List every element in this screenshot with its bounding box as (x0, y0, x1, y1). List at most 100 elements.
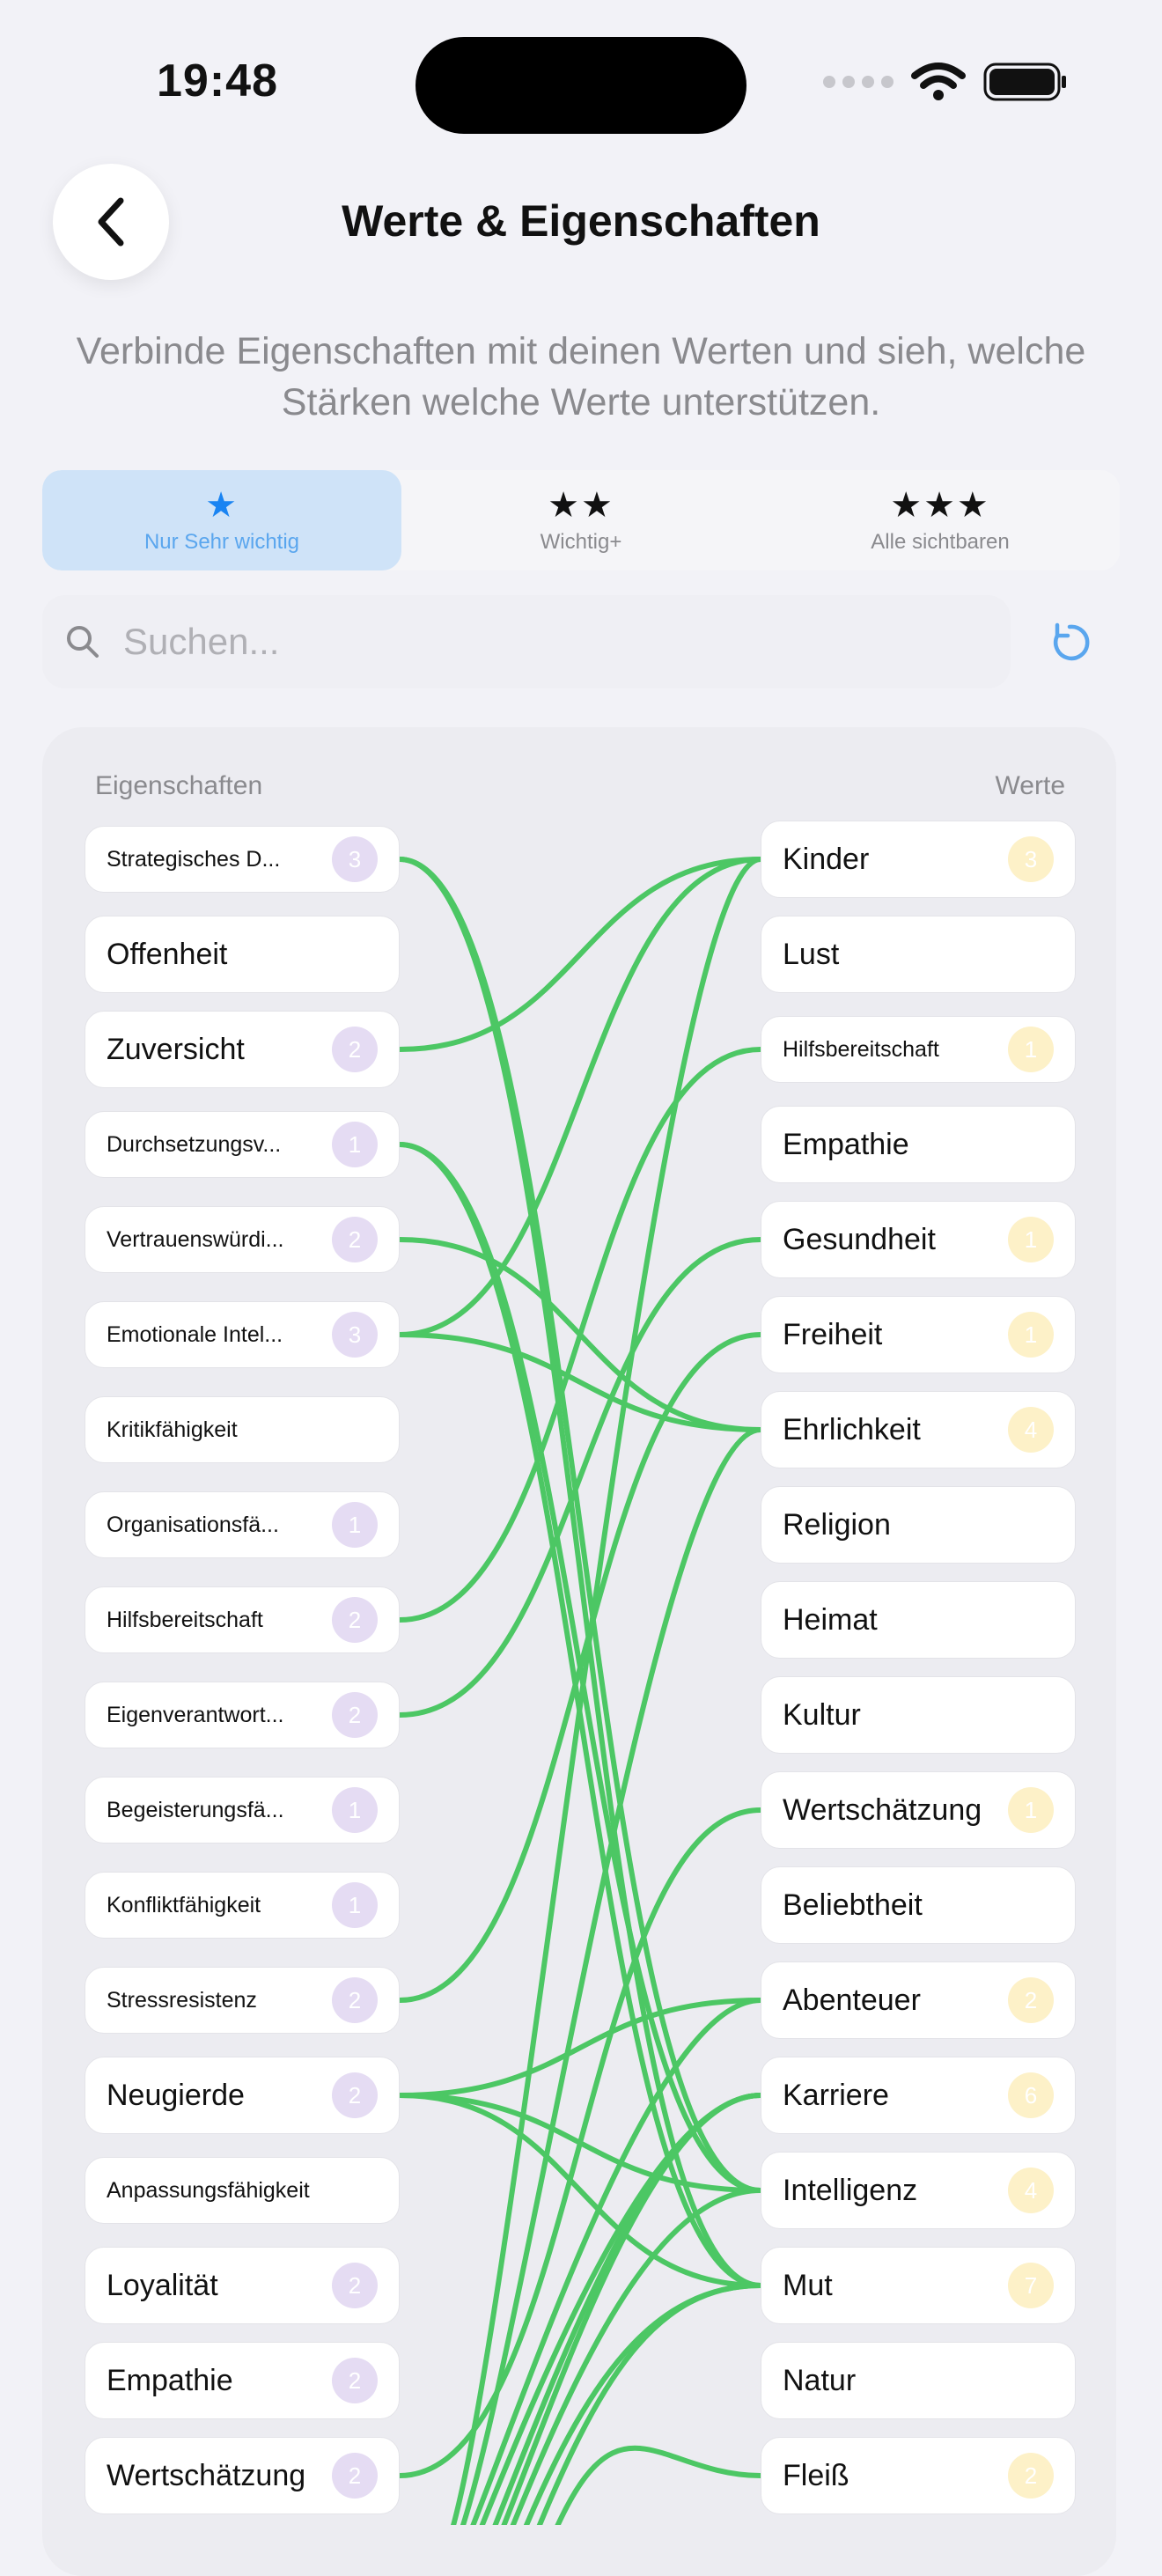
connection-line (555, 2445, 761, 2525)
trait-name: Neugierde (107, 2078, 245, 2112)
trait-link-count-badge: 1 (332, 1787, 378, 1833)
connection-line (397, 857, 763, 1052)
trait-node[interactable]: Organisationsfä... 1 (85, 1491, 400, 1558)
trait-node[interactable]: Kritikfähigkeit (85, 1396, 400, 1463)
connection-line (397, 857, 763, 2288)
value-link-count-badge: 1 (1008, 1312, 1054, 1358)
value-node[interactable]: Karriere 6 (761, 2057, 1076, 2134)
value-node[interactable]: Kinder 3 (761, 821, 1076, 898)
value-name: Kultur (783, 1697, 861, 1732)
trait-name: Konfliktfähigkeit (107, 1892, 261, 1917)
value-name: Natur (783, 2363, 857, 2397)
trait-node[interactable]: Vertrauenswürdi... 2 (85, 1206, 400, 1273)
value-link-count-badge: 4 (1008, 2168, 1054, 2213)
trait-link-count-badge: 2 (332, 1692, 378, 1738)
trait-link-count-badge: 2 (332, 1597, 378, 1643)
value-node[interactable]: Natur (761, 2342, 1076, 2419)
trait-node[interactable]: Stressresistenz 2 (85, 1967, 400, 2034)
value-name: Lust (783, 937, 840, 971)
trait-node[interactable]: Offenheit (85, 916, 400, 993)
trait-name: Empathie (107, 2363, 233, 2397)
trait-name: Hilfsbereitschaft (107, 1607, 263, 1632)
connection-line (397, 1237, 763, 1718)
value-name: Abenteuer (783, 1983, 921, 2017)
trait-name: Offenheit (107, 937, 228, 971)
value-name: Wertschätzung (783, 1792, 982, 1827)
trait-name: Durchsetzungsv... (107, 1131, 282, 1157)
value-name: Fleiß (783, 2458, 849, 2492)
trait-node[interactable]: Loyalität 2 (85, 2247, 400, 2324)
value-name: Freiheit (783, 1317, 883, 1351)
value-node[interactable]: Kultur (761, 1676, 1076, 1754)
trait-name: Strategisches D... (107, 846, 281, 872)
connection-line (397, 857, 763, 1337)
trait-name: Vertrauenswürdi... (107, 1226, 284, 1252)
value-name: Religion (783, 1507, 891, 1542)
trait-node[interactable]: Hilfsbereitschaft 2 (85, 1586, 400, 1653)
value-node[interactable]: Mut 7 (761, 2247, 1076, 2324)
value-name: Karriere (783, 2078, 889, 2112)
trait-name: Zuversicht (107, 1032, 245, 1066)
connection-line (397, 1998, 763, 2098)
value-node[interactable]: Freiheit 1 (761, 1296, 1076, 1373)
trait-node[interactable]: Zuversicht 2 (85, 1011, 400, 1088)
value-link-count-badge: 1 (1008, 1027, 1054, 1072)
value-node[interactable]: Empathie (761, 1106, 1076, 1183)
connection-line (397, 1332, 763, 1432)
value-name: Intelligenz (783, 2173, 918, 2207)
trait-name: Kritikfähigkeit (107, 1417, 238, 1442)
value-link-count-badge: 4 (1008, 1407, 1054, 1453)
trait-link-count-badge: 2 (332, 1027, 378, 1072)
value-node[interactable]: Beliebtheit (761, 1866, 1076, 1944)
trait-name: Anpassungsfähigkeit (107, 2177, 310, 2203)
value-link-count-badge: 1 (1008, 1787, 1054, 1833)
value-node[interactable]: Gesundheit 1 (761, 1201, 1076, 1278)
value-node[interactable]: Wertschätzung 1 (761, 1771, 1076, 1849)
value-name: Hilfsbereitschaft (783, 1036, 939, 1062)
trait-name: Organisationsfä... (107, 1512, 279, 1537)
trait-link-count-badge: 3 (332, 836, 378, 882)
value-link-count-badge: 6 (1008, 2072, 1054, 2118)
value-link-count-badge: 1 (1008, 1217, 1054, 1262)
trait-link-count-badge: 3 (332, 1312, 378, 1358)
value-name: Mut (783, 2268, 833, 2302)
value-link-count-badge: 7 (1008, 2263, 1054, 2308)
trait-name: Loyalität (107, 2268, 218, 2302)
trait-name: Stressresistenz (107, 1987, 257, 2013)
trait-node[interactable]: Strategisches D... 3 (85, 826, 400, 893)
connection-line (397, 1332, 763, 2003)
trait-link-count-badge: 2 (332, 2453, 378, 2499)
trait-node[interactable]: Anpassungsfähigkeit (85, 2157, 400, 2224)
trait-link-count-badge: 1 (332, 1122, 378, 1167)
value-name: Ehrlichkeit (783, 1412, 921, 1446)
trait-node[interactable]: Begeisterungsfä... 1 (85, 1777, 400, 1844)
value-node[interactable]: Lust (761, 916, 1076, 993)
trait-node[interactable]: Eigenverantwort... 2 (85, 1682, 400, 1748)
value-node[interactable]: Heimat (761, 1581, 1076, 1659)
value-name: Gesundheit (783, 1222, 936, 1256)
trait-link-count-badge: 2 (332, 1217, 378, 1262)
trait-node[interactable]: Neugierde 2 (85, 2057, 400, 2134)
value-name: Heimat (783, 1602, 878, 1637)
trait-link-count-badge: 2 (332, 2263, 378, 2308)
trait-link-count-badge: 2 (332, 2358, 378, 2403)
value-node[interactable]: Religion (761, 1486, 1076, 1564)
trait-node[interactable]: Emotionale Intel... 3 (85, 1301, 400, 1368)
value-name: Kinder (783, 842, 870, 876)
trait-node[interactable]: Durchsetzungsv... 1 (85, 1111, 400, 1178)
connection-line (460, 1427, 761, 2525)
trait-link-count-badge: 2 (332, 1977, 378, 2023)
trait-name: Wertschätzung (107, 2458, 306, 2492)
value-node[interactable]: Intelligenz 4 (761, 2152, 1076, 2229)
trait-node[interactable]: Konfliktfähigkeit 1 (85, 1872, 400, 1939)
value-node[interactable]: Abenteuer 2 (761, 1961, 1076, 2039)
trait-link-count-badge: 1 (332, 1502, 378, 1548)
value-link-count-badge: 3 (1008, 836, 1054, 882)
value-node[interactable]: Hilfsbereitschaft 1 (761, 1016, 1076, 1083)
trait-name: Emotionale Intel... (107, 1321, 283, 1347)
value-node[interactable]: Ehrlichkeit 4 (761, 1391, 1076, 1468)
trait-node[interactable]: Wertschätzung 2 (85, 2437, 400, 2514)
value-link-count-badge: 2 (1008, 2453, 1054, 2499)
value-node[interactable]: Fleiß 2 (761, 2437, 1076, 2514)
trait-node[interactable]: Empathie 2 (85, 2342, 400, 2419)
